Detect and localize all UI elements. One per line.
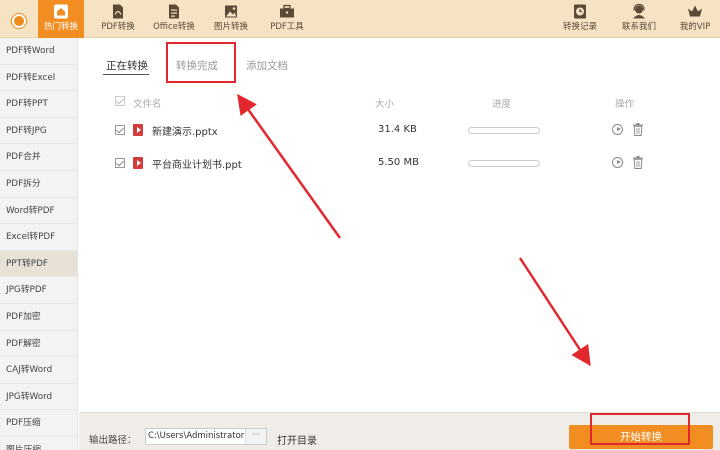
ppt-file-icon <box>133 157 143 169</box>
main-panel: 正在转换 转换完成 添加文档 文件名 大小 进度 操作 新建演示.pptx 31… <box>79 38 720 412</box>
nav-pdf-convert[interactable]: PDF转换 <box>96 0 140 38</box>
nav-hot-conversions[interactable]: 热门转换 <box>38 0 84 38</box>
column-header-progress: 进度 <box>492 99 512 110</box>
active-tab-underline <box>103 74 149 75</box>
sidebar-item-pdf-to-jpg[interactable]: PDF转JPG <box>0 118 77 145</box>
ppt-file-icon <box>133 124 143 136</box>
row-checkbox[interactable] <box>115 158 125 168</box>
nav-label: PDF工具 <box>270 22 304 32</box>
sidebar-item-pdf-encrypt[interactable]: PDF加密 <box>0 304 77 331</box>
nav-my-vip[interactable]: 我的VIP <box>674 0 716 38</box>
sidebar-item-pdf-decrypt[interactable]: PDF解密 <box>0 331 77 358</box>
progress-bar <box>468 160 540 167</box>
toolbox-icon <box>280 4 294 18</box>
sidebar-item-pdf-to-ppt[interactable]: PDF转PPT <box>0 91 77 118</box>
tab-converting[interactable]: 正在转换 <box>106 58 148 73</box>
table-row[interactable]: 平台商业计划书.ppt 5.50 MB <box>79 151 720 175</box>
start-conversion-icon[interactable] <box>612 157 623 168</box>
table-row[interactable]: 新建演示.pptx 31.4 KB <box>79 118 720 142</box>
nav-contact-us[interactable]: 联系我们 <box>616 0 662 38</box>
open-directory-link[interactable]: 打开目录 <box>277 432 317 447</box>
top-navigation-bar: 热门转换 PDF转换 Office转换 图片转换 PDF工具 转换记录 联系我们… <box>0 0 720 38</box>
nav-label: 联系我们 <box>621 22 656 32</box>
sidebar-item-pdf-compress[interactable]: PDF压缩 <box>0 410 77 437</box>
customer-service-icon <box>633 3 645 19</box>
sidebar-item-pdf-to-word[interactable]: PDF转Word <box>0 38 77 65</box>
sidebar: PDF转Word PDF转Excel PDF转PPT PDF转JPG PDF合并… <box>0 38 78 450</box>
column-header-filename: 文件名 <box>133 99 162 110</box>
crown-icon <box>688 5 702 17</box>
row-checkbox[interactable] <box>115 125 125 135</box>
office-doc-icon <box>169 4 179 19</box>
history-clock-icon <box>574 4 586 19</box>
file-name: 新建演示.pptx <box>152 127 218 138</box>
nav-label: 图片转换 <box>213 22 248 32</box>
nav-image-convert[interactable]: 图片转换 <box>208 0 254 38</box>
progress-bar <box>468 127 540 134</box>
tab-add-document[interactable]: 添加文档 <box>246 58 288 73</box>
column-header-action: 操作 <box>615 99 635 110</box>
sidebar-item-ppt-to-pdf[interactable]: PPT转PDF <box>0 250 77 278</box>
nav-label: PDF转换 <box>101 22 135 32</box>
pdf-file-icon <box>113 4 123 19</box>
sidebar-item-pdf-split[interactable]: PDF拆分 <box>0 171 77 198</box>
app-logo-icon <box>12 14 26 28</box>
browse-path-button[interactable]: ··· <box>245 429 266 444</box>
sidebar-item-image-compress[interactable]: 图片压缩 <box>0 437 77 450</box>
output-path-label: 输出路径： <box>89 435 137 446</box>
column-header-size: 大小 <box>375 99 395 110</box>
nav-conversion-history[interactable]: 转换记录 <box>558 0 602 38</box>
sidebar-item-jpg-to-pdf[interactable]: JPG转PDF <box>0 277 77 304</box>
annotation-highlight-box <box>590 413 690 445</box>
sidebar-item-word-to-pdf[interactable]: Word转PDF <box>0 198 77 225</box>
sidebar-item-jpg-to-word[interactable]: JPG转Word <box>0 384 77 411</box>
select-all-checkbox[interactable] <box>115 96 125 106</box>
file-size: 31.4 KB <box>378 124 417 135</box>
sidebar-item-pdf-to-excel[interactable]: PDF转Excel <box>0 65 77 92</box>
sidebar-item-excel-to-pdf[interactable]: Excel转PDF <box>0 224 77 251</box>
nav-label: 热门转换 <box>43 22 78 32</box>
delete-trash-icon[interactable] <box>633 156 643 169</box>
annotation-highlight-box <box>166 42 236 83</box>
nav-label: 转换记录 <box>562 22 597 32</box>
sidebar-item-caj-to-word[interactable]: CAJ转Word <box>0 357 77 384</box>
nav-pdf-tools[interactable]: PDF工具 <box>264 0 310 38</box>
nav-label: 我的VIP <box>679 22 711 32</box>
delete-trash-icon[interactable] <box>633 123 643 136</box>
file-size: 5.50 MB <box>378 157 419 168</box>
home-icon <box>54 4 68 19</box>
image-icon <box>225 5 237 18</box>
start-conversion-icon[interactable] <box>612 124 623 135</box>
nav-office-convert[interactable]: Office转换 <box>150 0 198 38</box>
sidebar-item-pdf-merge[interactable]: PDF合并 <box>0 144 77 171</box>
file-name: 平台商业计划书.ppt <box>152 160 242 171</box>
nav-label: Office转换 <box>153 22 195 32</box>
